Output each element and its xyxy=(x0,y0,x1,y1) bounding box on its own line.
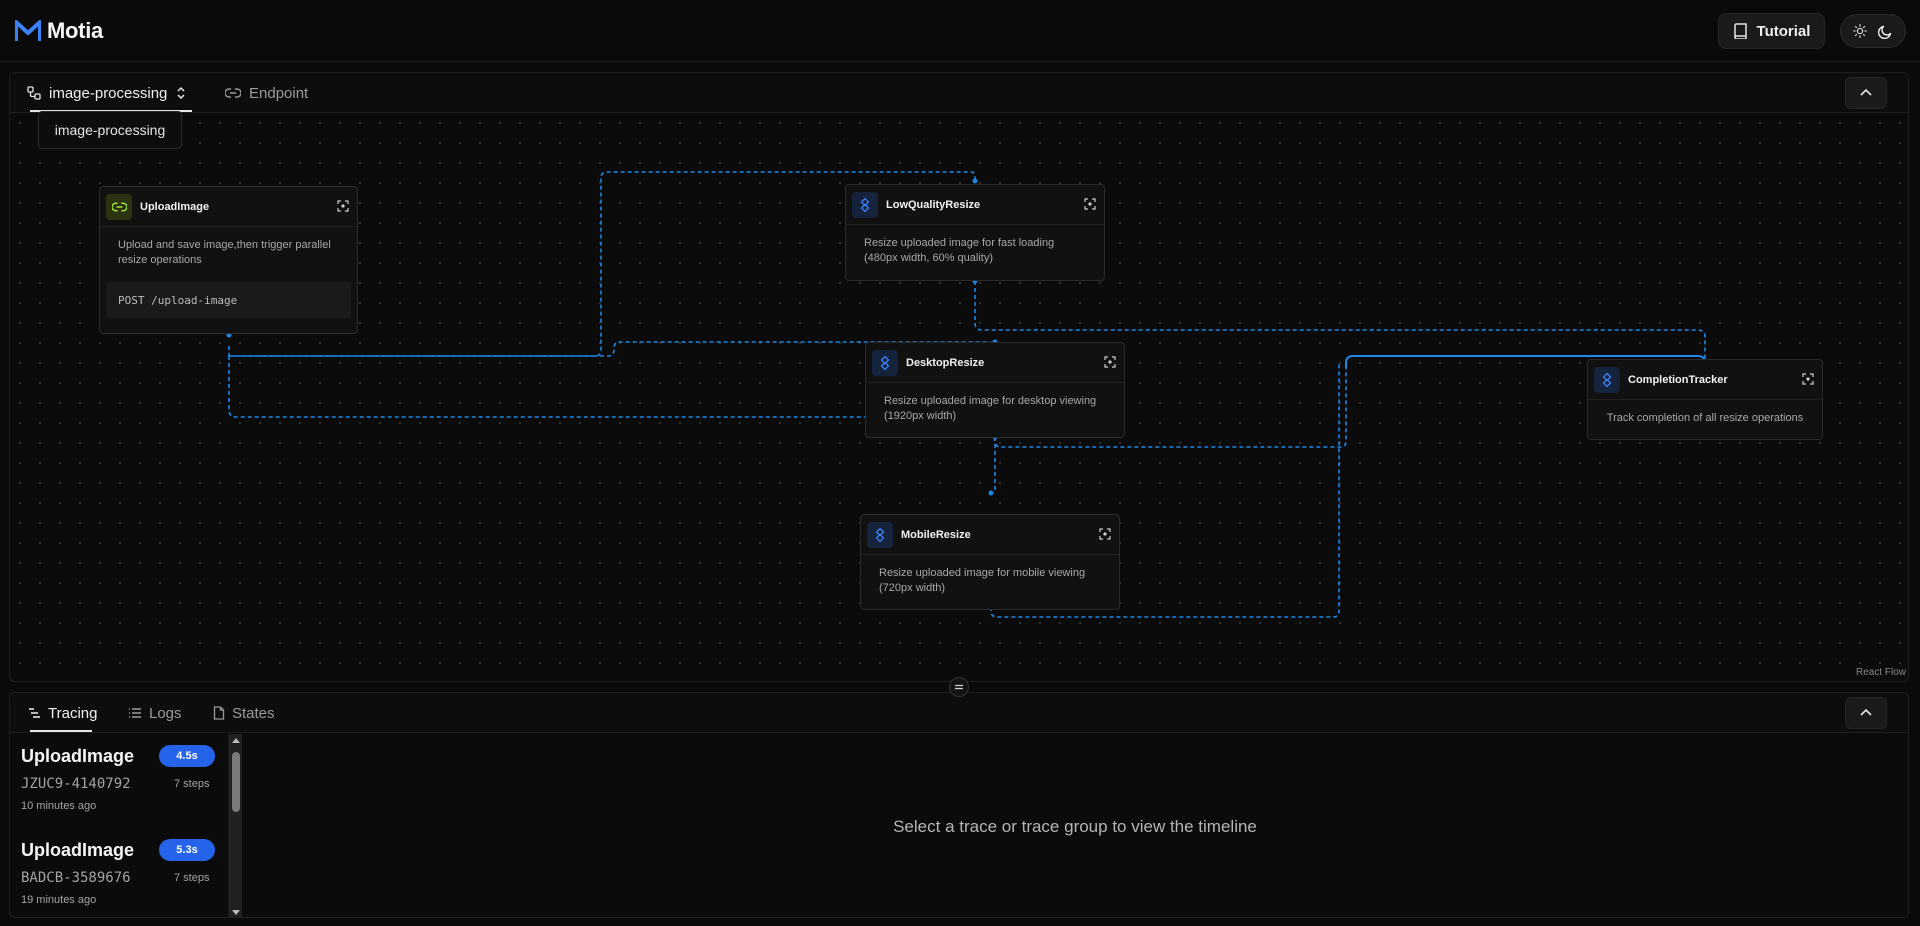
tab-endpoint[interactable]: Endpoint xyxy=(225,73,308,113)
node-description: Resize uploaded image for desktop viewin… xyxy=(884,395,1097,422)
list-icon xyxy=(129,708,141,718)
app-name: Motia xyxy=(47,18,103,43)
trace-time: 19 minutes ago xyxy=(21,894,97,906)
flow-canvas[interactable]: image-processing Endpoint image-processi… xyxy=(9,72,1909,682)
node-title: UploadImage xyxy=(140,200,210,213)
scroll-thumb[interactable] xyxy=(232,752,240,812)
node-icon-box xyxy=(852,191,878,218)
trace-id: JZUC9-4140792 xyxy=(21,776,131,792)
tab-logs[interactable]: Logs xyxy=(128,693,182,733)
expand-icon[interactable] xyxy=(1104,356,1116,368)
trace-item[interactable]: UploadImage 5.3s BADCB-3589676 7 steps 1… xyxy=(21,828,226,908)
node-header: CompletionTracker xyxy=(1588,360,1822,400)
node-description: Upload and save image,then trigger paral… xyxy=(118,239,331,266)
tab-tracing-underline xyxy=(30,730,92,732)
node-header: MobileResize xyxy=(861,515,1119,555)
tutorial-button[interactable]: Tutorial xyxy=(1718,13,1825,49)
trace-steps: 7 steps xyxy=(174,778,210,790)
trace-duration-badge: 5.3s xyxy=(159,839,215,861)
trace-name: UploadImage xyxy=(21,840,135,860)
grip-icon xyxy=(955,684,963,690)
node-description: Resize uploaded image for fast loading (… xyxy=(864,237,1055,264)
trace-steps: 7 steps xyxy=(174,872,210,884)
tab-states-label: States xyxy=(232,704,275,722)
node-header: DesktopResize xyxy=(866,343,1124,383)
node-icon-box xyxy=(106,193,132,220)
node-upload-image[interactable]: UploadImage Upload and save image,then t… xyxy=(99,186,358,334)
chevron-up-icon xyxy=(1860,88,1872,96)
top-bar: Motia Tutorial xyxy=(0,0,1920,62)
link-icon xyxy=(111,202,127,211)
moon-icon[interactable] xyxy=(1878,24,1893,39)
event-icon xyxy=(860,197,870,212)
node-title: LowQualityResize xyxy=(886,198,981,211)
node-icon-box xyxy=(867,521,893,548)
node-description: Resize uploaded image for mobile viewing… xyxy=(879,567,1086,594)
node-completion-tracker[interactable]: CompletionTracker Track completion of al… xyxy=(1587,359,1823,440)
flow-select[interactable]: image-processing xyxy=(27,73,187,113)
trace-time: 10 minutes ago xyxy=(21,800,97,812)
tab-tracing[interactable]: Tracing xyxy=(28,693,97,733)
workflow-icon xyxy=(27,86,41,100)
node-title: MobileResize xyxy=(901,528,971,541)
collapse-bottom-button[interactable] xyxy=(1845,697,1887,729)
bottom-tabs: Tracing Logs States xyxy=(10,693,1908,733)
edge-upload-left xyxy=(228,356,865,418)
bottom-panel: Tracing Logs States UploadImage 4.5s JZU… xyxy=(9,692,1909,918)
tab-logs-label: Logs xyxy=(149,704,182,722)
trace-id: BADCB-3589676 xyxy=(21,870,131,886)
motia-logo[interactable]: Motia xyxy=(15,18,103,44)
node-description: Track completion of all resize operation… xyxy=(1606,412,1804,424)
trace-duration-badge: 4.5s xyxy=(159,745,215,767)
trace-item[interactable]: UploadImage 4.5s JZUC9-4140792 7 steps 1… xyxy=(21,734,226,814)
event-icon xyxy=(880,355,890,370)
flow-header: image-processing Endpoint xyxy=(10,73,1908,113)
flow-select-value: image-processing xyxy=(49,84,168,102)
node-endpoint-code: POST /upload-image xyxy=(106,282,351,318)
panel-resize-handle[interactable] xyxy=(949,677,969,697)
node-low-quality-resize[interactable]: LowQualityResize Resize uploaded image f… xyxy=(845,184,1105,281)
node-header: LowQualityResize xyxy=(846,185,1104,225)
timeline-empty-message: Select a trace or trace group to view th… xyxy=(893,816,1257,836)
node-icon-box xyxy=(872,349,898,376)
scroll-down-arrow[interactable] xyxy=(232,910,240,915)
book-icon xyxy=(1733,23,1747,39)
motia-logo-icon xyxy=(15,20,41,41)
node-mobile-resize[interactable]: MobileResize Resize uploaded image for m… xyxy=(860,514,1120,610)
react-flow-attribution[interactable]: React Flow xyxy=(1856,667,1906,678)
theme-toggle[interactable] xyxy=(1840,14,1906,48)
tutorial-label: Tutorial xyxy=(1756,22,1811,40)
tab-tracing-label: Tracing xyxy=(48,704,98,722)
trace-list-scrollbar[interactable] xyxy=(228,734,242,917)
event-icon xyxy=(1602,372,1612,387)
flow-dropdown-option[interactable]: image-processing xyxy=(38,111,182,149)
trace-name: UploadImage xyxy=(21,746,135,766)
scroll-up-arrow[interactable] xyxy=(232,738,240,743)
expand-icon[interactable] xyxy=(1099,528,1111,540)
tab-states[interactable]: States xyxy=(213,693,275,733)
chevron-up-icon xyxy=(1860,708,1872,716)
node-desktop-resize[interactable]: DesktopResize Resize uploaded image for … xyxy=(865,342,1125,438)
chevron-up-down-icon xyxy=(177,86,185,100)
sun-icon[interactable] xyxy=(1852,24,1867,38)
collapse-flow-button[interactable] xyxy=(1845,77,1887,109)
node-title: CompletionTracker xyxy=(1628,373,1728,386)
tab-endpoint-label: Endpoint xyxy=(249,84,309,102)
expand-icon[interactable] xyxy=(1084,198,1096,210)
event-icon xyxy=(875,527,885,542)
file-icon xyxy=(213,706,225,720)
trace-list: UploadImage 4.5s JZUC9-4140792 7 steps 1… xyxy=(10,734,242,917)
node-header: UploadImage xyxy=(100,187,357,227)
node-icon-box xyxy=(1594,366,1620,393)
expand-icon[interactable] xyxy=(1802,373,1814,385)
node-title: DesktopResize xyxy=(906,356,985,369)
expand-icon[interactable] xyxy=(337,200,349,212)
tracing-icon xyxy=(29,708,40,718)
link-icon xyxy=(225,88,241,98)
